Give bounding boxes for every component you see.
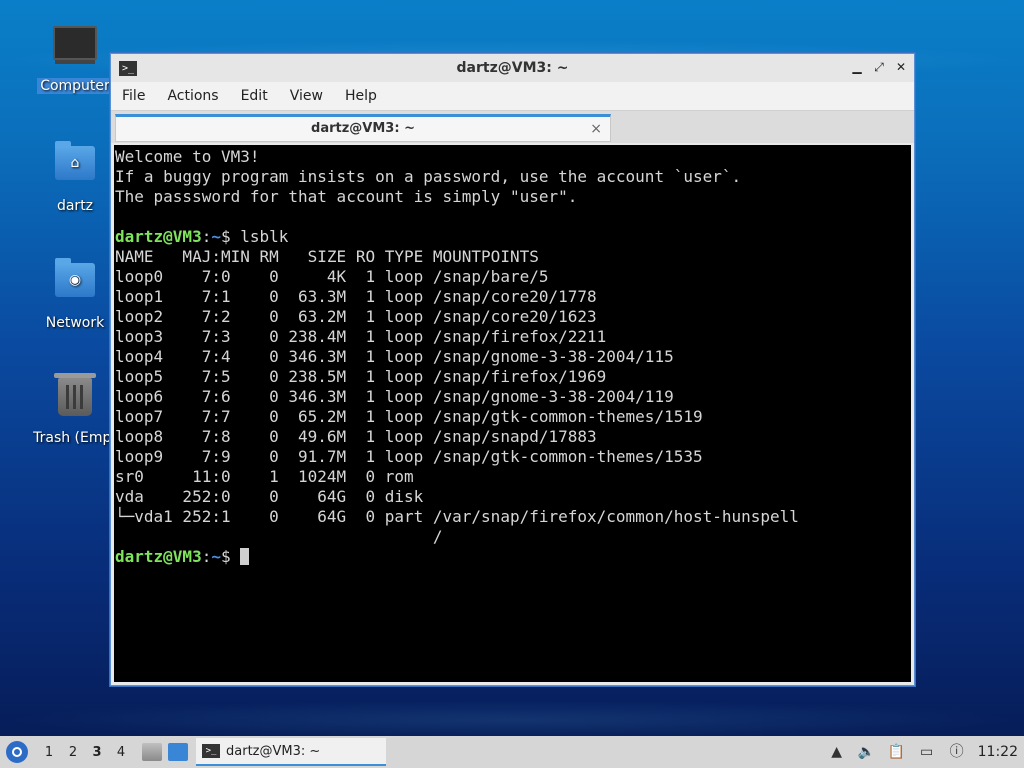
- clock[interactable]: 11:22: [978, 744, 1018, 760]
- terminal-window: >_ dartz@VM3: ~ ▁ ⤢ ✕ File Actions Edit …: [110, 53, 915, 686]
- taskbar-task-terminal[interactable]: >_ dartz@VM3: ~: [196, 738, 386, 766]
- window-title: dartz@VM3: ~: [456, 60, 569, 76]
- menu-file[interactable]: File: [111, 88, 156, 104]
- text-cursor: [240, 548, 250, 565]
- desktop-icon-label: Network: [45, 315, 105, 331]
- output-line: loop2 7:2 0 63.2M 1 loop /snap/core20/16…: [115, 307, 597, 326]
- network-tray-icon[interactable]: ▭: [918, 744, 936, 760]
- menubar: File Actions Edit View Help: [111, 82, 914, 111]
- output-line: sr0 11:0 1 1024M 0 rom: [115, 467, 414, 486]
- desktop-icon-label: dartz: [56, 198, 94, 214]
- task-label: dartz@VM3: ~: [226, 743, 321, 759]
- maximize-icon[interactable]: ⤢: [872, 59, 886, 75]
- prompt-sep: :: [201, 547, 212, 566]
- tab-bar: dartz@VM3: ~ ×: [111, 111, 914, 143]
- close-icon[interactable]: ✕: [894, 59, 908, 75]
- prompt-user: dartz@VM3: [115, 227, 202, 246]
- tab-title: dartz@VM3: ~: [311, 121, 415, 136]
- menu-edit[interactable]: Edit: [230, 88, 279, 104]
- workspace-4[interactable]: 4: [110, 745, 132, 760]
- output-line: loop4 7:4 0 346.3M 1 loop /snap/gnome-3-…: [115, 347, 674, 366]
- file-manager-icon[interactable]: [142, 743, 162, 761]
- prompt-path: ~: [211, 547, 221, 566]
- command-text: lsblk: [240, 227, 289, 246]
- computer-icon: [51, 26, 99, 74]
- network-folder-icon: ◉: [51, 258, 99, 311]
- workspace-3[interactable]: 3: [86, 745, 108, 760]
- output-line: loop0 7:0 0 4K 1 loop /snap/bare/5: [115, 267, 549, 286]
- home-folder-icon: ⌂: [51, 141, 99, 194]
- output-line: /: [115, 527, 443, 546]
- output-line: NAME MAJ:MIN RM SIZE RO TYPE MOUNTPOINTS: [115, 247, 539, 266]
- prompt-symbol: $: [220, 547, 241, 566]
- output-line: loop3 7:3 0 238.4M 1 loop /snap/firefox/…: [115, 327, 607, 346]
- taskbar: 1 2 3 4 >_ dartz@VM3: ~ ▲ 🔈 📋 ▭ ⓘ 11:22: [0, 736, 1024, 768]
- output-line: loop7 7:7 0 65.2M 1 loop /snap/gtk-commo…: [115, 407, 703, 426]
- window-titlebar[interactable]: >_ dartz@VM3: ~ ▁ ⤢ ✕: [111, 54, 914, 82]
- output-line: loop9 7:9 0 91.7M 1 loop /snap/gtk-commo…: [115, 447, 703, 466]
- motd-line: If a buggy program insists on a password…: [115, 167, 742, 186]
- prompt-user: dartz@VM3: [115, 547, 202, 566]
- terminal-output[interactable]: Welcome to VM3! If a buggy program insis…: [114, 145, 911, 682]
- desktop-icon-label: Trash (Empt: [33, 430, 117, 446]
- workspace-1[interactable]: 1: [38, 745, 60, 760]
- tab-close-icon[interactable]: ×: [590, 117, 602, 141]
- prompt-path: ~: [211, 227, 221, 246]
- menu-view[interactable]: View: [279, 88, 334, 104]
- update-notifier-icon[interactable]: ▲: [828, 744, 846, 760]
- start-menu-icon[interactable]: [6, 741, 28, 763]
- menu-actions[interactable]: Actions: [156, 88, 229, 104]
- show-desktop-icon[interactable]: [168, 743, 188, 761]
- output-line: loop8 7:8 0 49.6M 1 loop /snap/snapd/178…: [115, 427, 597, 446]
- motd-line: The passsword for that account is simply…: [115, 187, 578, 206]
- output-line: └─vda1 252:1 0 64G 0 part /var/snap/fire…: [115, 507, 799, 526]
- system-tray: ▲ 🔈 📋 ▭ ⓘ 11:22: [828, 736, 1024, 768]
- terminal-app-icon[interactable]: >_: [119, 60, 137, 76]
- workspace-2[interactable]: 2: [62, 745, 84, 760]
- notification-icon[interactable]: ⓘ: [948, 744, 966, 760]
- motd-line: Welcome to VM3!: [115, 147, 260, 166]
- desktop-icon-label: Computer: [37, 78, 113, 94]
- menu-help[interactable]: Help: [334, 88, 388, 104]
- clipboard-icon[interactable]: 📋: [888, 744, 906, 760]
- prompt-symbol: $: [220, 227, 241, 246]
- output-line: loop5 7:5 0 238.5M 1 loop /snap/firefox/…: [115, 367, 607, 386]
- tab-terminal[interactable]: dartz@VM3: ~ ×: [115, 114, 611, 142]
- terminal-task-icon: >_: [202, 744, 220, 758]
- minimize-icon[interactable]: ▁: [850, 59, 864, 75]
- output-line: vda 252:0 0 64G 0 disk: [115, 487, 424, 506]
- output-line: loop1 7:1 0 63.3M 1 loop /snap/core20/17…: [115, 287, 597, 306]
- volume-icon[interactable]: 🔈: [858, 744, 876, 760]
- prompt-sep: :: [201, 227, 212, 246]
- trash-icon: [51, 373, 99, 426]
- output-line: loop6 7:6 0 346.3M 1 loop /snap/gnome-3-…: [115, 387, 674, 406]
